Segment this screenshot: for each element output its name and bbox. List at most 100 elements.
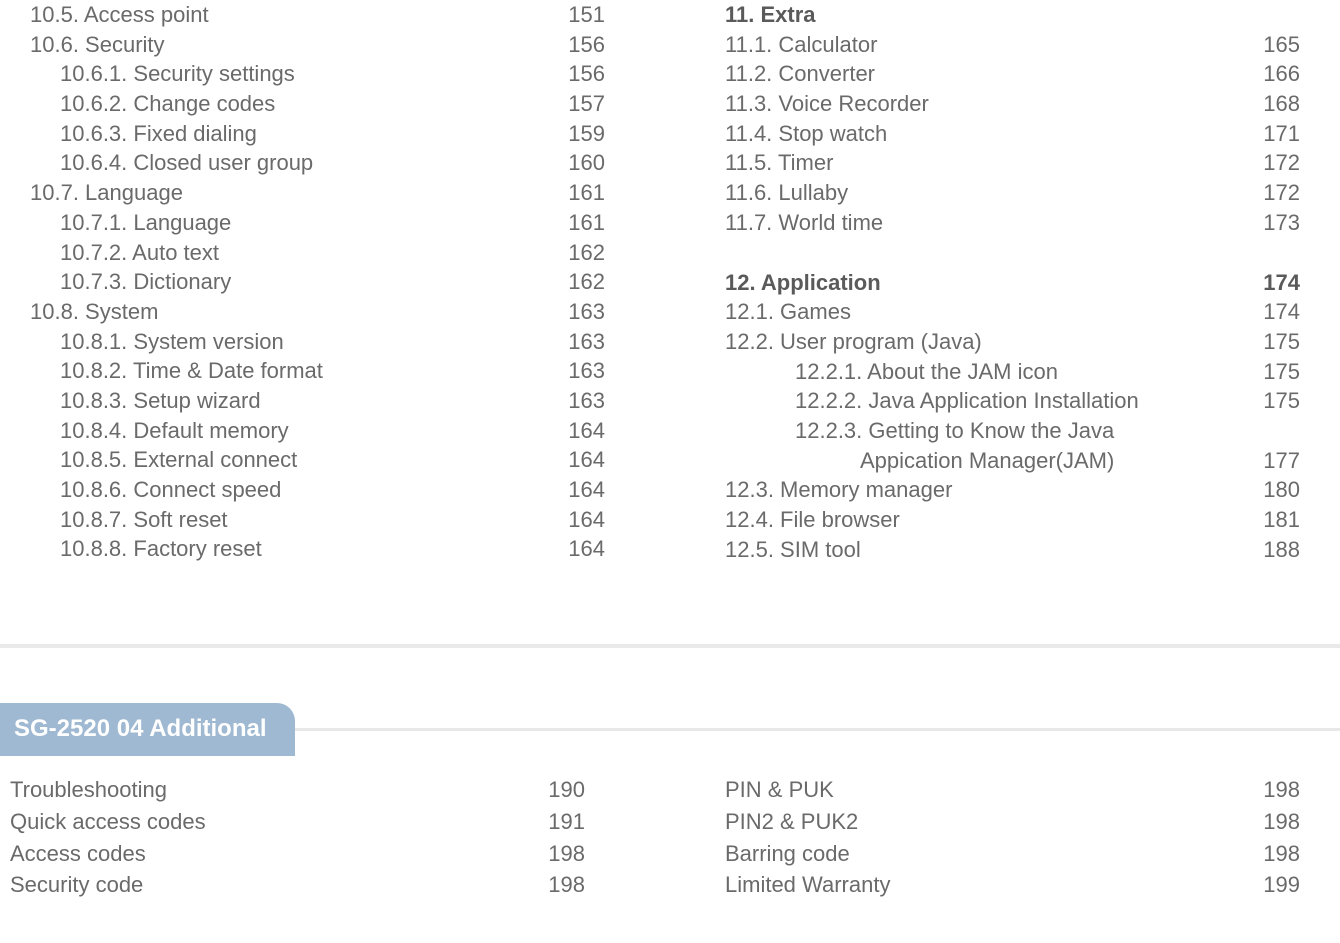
toc-entry-label: 11.4. Stop watch (725, 119, 1240, 149)
toc-entry-label: 12.4. File browser (725, 505, 1240, 535)
toc-entry-label: 11.2. Converter (725, 59, 1240, 89)
section-header-row: SG-2520 04 Additional (0, 703, 1340, 755)
toc-entry: 10.8.1. System version163 (30, 327, 605, 357)
toc-entry-label: 12.2.2. Java Application Installation (725, 386, 1240, 416)
toc-entry: 12.5. SIM tool188 (725, 535, 1300, 565)
toc-entry-page: 173 (1240, 208, 1300, 238)
toc-entry-page: 172 (1240, 178, 1300, 208)
toc-entry: 10.7.2. Auto text162 (30, 238, 605, 268)
toc-entry-page: 165 (1240, 30, 1300, 60)
toc-entry: 11.7. World time173 (725, 208, 1300, 238)
toc-entry-label: 10.7.1. Language (30, 208, 545, 238)
toc-entry-label: 10.6.3. Fixed dialing (30, 119, 545, 149)
toc-entry: 10.8. System163 (30, 297, 605, 327)
toc-entry: 11.3. Voice Recorder168 (725, 89, 1300, 119)
toc-entry-label: Troubleshooting (10, 774, 525, 806)
toc-entry-page: 180 (1240, 475, 1300, 505)
toc-entry-page: 160 (545, 148, 605, 178)
toc-entry: 11.5. Timer172 (725, 148, 1300, 178)
toc-entry-label: Security code (10, 869, 525, 901)
toc-entry-page: 159 (545, 119, 605, 149)
toc-entry-label: 10.7.3. Dictionary (30, 267, 545, 297)
toc-entry-page: 161 (545, 208, 605, 238)
toc-bottom-section: Troubleshooting190Quick access codes191A… (0, 756, 1340, 902)
toc-entry-label: 12.1. Games (725, 297, 1240, 327)
section-divider: SG-2520 04 Additional (0, 644, 1340, 755)
toc-entry-label: 11.3. Voice Recorder (725, 89, 1240, 119)
toc-entry-label: 10.8.4. Default memory (30, 416, 545, 446)
toc-entry-label: 10.8.8. Factory reset (30, 534, 545, 564)
toc-right-column: 11. Extra11.1. Calculator16511.2. Conver… (645, 0, 1300, 564)
toc-entry-page: 163 (545, 327, 605, 357)
toc-entry-page: 162 (545, 238, 605, 268)
toc-entry-label: 12.2.3. Getting to Know the Java (725, 416, 1240, 446)
toc-entry-page: 171 (1240, 119, 1300, 149)
toc-entry-page: 163 (545, 386, 605, 416)
toc-entry: 10.7.1. Language161 (30, 208, 605, 238)
bottom-right-column: PIN & PUK198PIN2 & PUK2198Barring code19… (625, 774, 1300, 902)
toc-entry-page: 177 (1240, 446, 1300, 476)
toc-entry-label: 11.7. World time (725, 208, 1240, 238)
toc-entry-label: 10.8.5. External connect (30, 445, 545, 475)
toc-entry: 11.1. Calculator165 (725, 30, 1300, 60)
toc-entry-label: Barring code (725, 838, 1240, 870)
toc-entry: 12.2.2. Java Application Installation175 (725, 386, 1300, 416)
toc-entry-page: 198 (1240, 774, 1300, 806)
toc-entry: PIN & PUK198 (725, 774, 1300, 806)
toc-entry: Barring code198 (725, 838, 1300, 870)
toc-entry: 10.6. Security156 (30, 30, 605, 60)
toc-page: 10.5. Access point15110.6. Security15610… (0, 0, 1340, 943)
toc-entry-label: 12.5. SIM tool (725, 535, 1240, 565)
header-line (295, 728, 1340, 731)
toc-entry-label: 12.2. User program (Java) (725, 327, 1240, 357)
toc-entry: 10.8.4. Default memory164 (30, 416, 605, 446)
toc-entry-label: 10.6.4. Closed user group (30, 148, 545, 178)
toc-entry: 11.2. Converter166 (725, 59, 1300, 89)
toc-entry-page: 181 (1240, 505, 1300, 535)
toc-entry: 12. Application174 (725, 268, 1300, 298)
toc-entry-page: 198 (525, 838, 585, 870)
toc-entry-label: 10.6. Security (30, 30, 545, 60)
toc-entry-label: 10.7.2. Auto text (30, 238, 545, 268)
toc-entry-page: 164 (545, 445, 605, 475)
toc-entry: 10.6.4. Closed user group160 (30, 148, 605, 178)
toc-entry: 11.6. Lullaby172 (725, 178, 1300, 208)
toc-entry-label: 12.2.1. About the JAM icon (725, 357, 1240, 387)
toc-entry: 10.8.7. Soft reset164 (30, 505, 605, 535)
toc-entry-page: 156 (545, 30, 605, 60)
toc-entry-page: 164 (545, 475, 605, 505)
toc-entry-page: 164 (545, 505, 605, 535)
toc-top-section: 10.5. Access point15110.6. Security15610… (0, 0, 1340, 564)
toc-entry-label: 10.7. Language (30, 178, 545, 208)
toc-entry-label: 10.8.6. Connect speed (30, 475, 545, 505)
toc-entry-page: 190 (525, 774, 585, 806)
toc-entry-page: 157 (545, 89, 605, 119)
toc-entry-page: 198 (1240, 806, 1300, 838)
toc-entry-page: 164 (545, 534, 605, 564)
toc-entry: 12.1. Games174 (725, 297, 1300, 327)
toc-entry-page: 168 (1240, 89, 1300, 119)
toc-entry: PIN2 & PUK2198 (725, 806, 1300, 838)
toc-entry-label: 12.3. Memory manager (725, 475, 1240, 505)
toc-entry: 12.4. File browser181 (725, 505, 1300, 535)
toc-entry: 12.2.1. About the JAM icon175 (725, 357, 1300, 387)
toc-entry: 11.4. Stop watch171 (725, 119, 1300, 149)
toc-entry-label: 10.8.7. Soft reset (30, 505, 545, 535)
toc-entry-label: 10.6.1. Security settings (30, 59, 545, 89)
section-tab: SG-2520 04 Additional (0, 703, 295, 755)
toc-entry: 10.8.2. Time & Date format163 (30, 356, 605, 386)
toc-entry: 10.8.6. Connect speed164 (30, 475, 605, 505)
toc-entry-page: 174 (1240, 297, 1300, 327)
toc-entry: 12.2. User program (Java)175 (725, 327, 1300, 357)
toc-entry: Quick access codes191 (10, 806, 585, 838)
toc-entry-label: Access codes (10, 838, 525, 870)
toc-entry-page: 156 (545, 59, 605, 89)
toc-entry-page: 199 (1240, 869, 1300, 901)
toc-entry-page: 172 (1240, 148, 1300, 178)
toc-entry-page: 166 (1240, 59, 1300, 89)
spacer (725, 238, 1300, 268)
toc-entry-page: 188 (1240, 535, 1300, 565)
toc-entry-page: 198 (1240, 838, 1300, 870)
toc-entry-page: 161 (545, 178, 605, 208)
toc-entry: Appication Manager(JAM)177 (725, 446, 1300, 476)
